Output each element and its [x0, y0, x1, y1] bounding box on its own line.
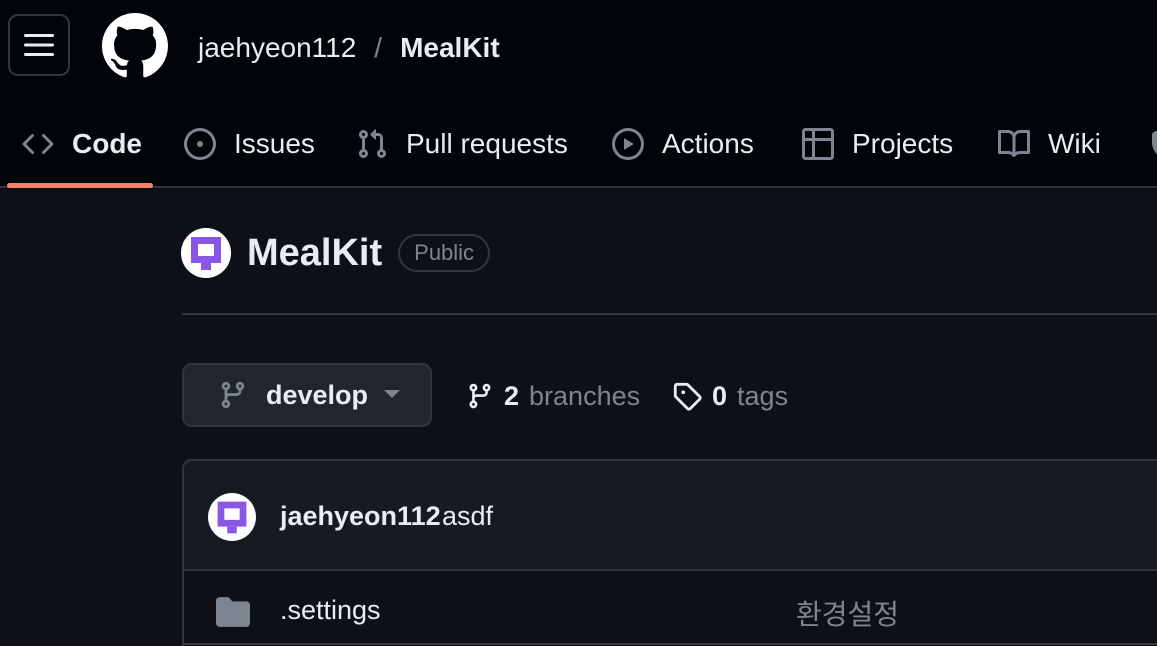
- tab-code[interactable]: Code: [22, 100, 142, 188]
- file-commit-message-link[interactable]: 환경설정: [796, 593, 899, 633]
- table-icon: [802, 128, 834, 160]
- breadcrumb-separator: /: [374, 32, 383, 63]
- file-browser: jaehyeon112 asdf .settings 환경설정: [182, 459, 1157, 646]
- tab-label: Wiki: [1048, 128, 1101, 159]
- tags-link[interactable]: 0 tags: [672, 372, 788, 420]
- tab-projects[interactable]: Projects: [802, 100, 953, 188]
- latest-commit-row: jaehyeon112 asdf: [184, 461, 1157, 571]
- file-name-link[interactable]: .settings: [280, 595, 381, 626]
- visibility-badge: Public: [398, 234, 491, 272]
- divider: [182, 313, 1157, 315]
- hamburger-icon: [24, 34, 54, 56]
- menu-button[interactable]: [8, 14, 70, 76]
- tab-wiki[interactable]: Wiki: [998, 100, 1101, 188]
- branches-count: 2: [504, 380, 520, 411]
- tab-issues[interactable]: Issues: [184, 100, 315, 188]
- breadcrumb: jaehyeon112 / MealKit: [198, 28, 500, 68]
- owner-link[interactable]: jaehyeon112: [198, 32, 356, 64]
- branches-link[interactable]: 2 branches: [466, 372, 640, 420]
- pull-request-icon: [358, 129, 387, 159]
- active-tab-indicator: [7, 183, 153, 188]
- commit-message-link[interactable]: asdf: [442, 501, 493, 532]
- github-logo-icon[interactable]: [102, 13, 168, 79]
- file-row[interactable]: .settings 환경설정: [184, 571, 1157, 645]
- shield-icon: [1152, 130, 1157, 155]
- tab-pull-requests[interactable]: Pull requests: [356, 100, 568, 188]
- commit-author-link[interactable]: jaehyeon112: [280, 501, 441, 532]
- tab-label: Issues: [234, 128, 315, 159]
- book-icon: [998, 129, 1030, 157]
- repo-title: MealKit Public: [181, 226, 491, 280]
- repo-link[interactable]: MealKit: [400, 32, 500, 64]
- folder-icon: [216, 597, 250, 627]
- git-branch-icon: [221, 381, 245, 409]
- issue-icon: [184, 128, 216, 160]
- tab-label: Actions: [662, 128, 754, 159]
- branch-selector-button[interactable]: develop: [182, 363, 432, 427]
- tab-actions[interactable]: Actions: [612, 100, 754, 188]
- tab-label: Projects: [852, 128, 954, 159]
- code-icon: [22, 133, 54, 155]
- repo-name[interactable]: MealKit: [247, 232, 382, 275]
- tags-label: tags: [737, 380, 789, 411]
- tab-label: Code: [72, 128, 142, 159]
- tag-icon: [673, 382, 702, 411]
- repo-page: jaehyeon112 / MealKit Code Issues Pull r…: [0, 0, 1157, 646]
- play-icon: [612, 128, 644, 160]
- git-branch-icon: [469, 383, 491, 409]
- branches-label: branches: [529, 380, 641, 411]
- identicon-avatar: [181, 228, 231, 278]
- current-branch-label: develop: [266, 379, 369, 410]
- avatar[interactable]: [181, 228, 231, 278]
- avatar[interactable]: [208, 493, 256, 541]
- tags-count: 0: [712, 380, 728, 411]
- global-header: jaehyeon112 / MealKit Code Issues Pull r…: [0, 0, 1157, 188]
- caret-down-icon: [384, 390, 401, 398]
- tab-label: Pull requests: [406, 128, 568, 159]
- tab-overflow[interactable]: [1150, 100, 1157, 188]
